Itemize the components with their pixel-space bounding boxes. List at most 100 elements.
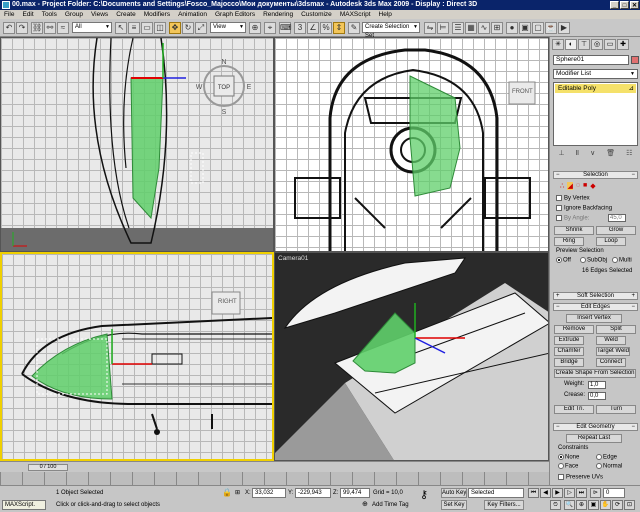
lock-selection-icon[interactable]: 🔒 [222, 488, 232, 498]
layer-manager-icon[interactable]: ☰ [452, 22, 464, 34]
time-slider[interactable]: 0 / 100 [28, 464, 68, 471]
track-bar[interactable] [0, 472, 549, 485]
x-coordinate-field[interactable]: 33,032 [252, 488, 286, 498]
selection-rollout-header[interactable]: − Selection − [553, 171, 638, 179]
constraint-face-radio[interactable]: Face [558, 463, 578, 470]
keyboard-shortcut-icon[interactable]: ⌨ [279, 22, 292, 34]
unlink-icon[interactable]: ⚯ [44, 22, 56, 34]
edit-edges-rollout-header[interactable]: − Edit Edges − [553, 303, 638, 311]
minimize-button[interactable]: _ [610, 1, 619, 9]
modifier-list-dropdown[interactable]: Modifier List ▼ [553, 69, 638, 79]
repeat-last-button[interactable]: Repeat Last [566, 434, 622, 443]
menu-views[interactable]: Views [91, 10, 108, 19]
close-button[interactable]: ✕ [630, 1, 639, 9]
select-manipulate-icon[interactable]: ⌖ [264, 22, 276, 34]
preview-off-radio[interactable]: Off [556, 257, 571, 264]
align-icon[interactable]: ⊨ [437, 22, 449, 34]
previous-frame-icon[interactable]: ◀ [540, 488, 551, 498]
edit-named-selection-icon[interactable]: ✎ [348, 22, 360, 34]
menu-edit[interactable]: Edit [22, 10, 33, 19]
bridge-button[interactable]: Bridge [554, 358, 584, 367]
utilities-tab-icon[interactable]: ✚ [617, 39, 629, 50]
create-shape-button[interactable]: Create Shape From Selection [554, 369, 636, 378]
window-crossing-icon[interactable]: ◫ [154, 22, 166, 34]
zoom-extents-icon[interactable]: ▣ [588, 500, 599, 510]
schematic-view-icon[interactable]: ⊞ [491, 22, 503, 34]
object-color-swatch[interactable] [631, 56, 639, 64]
select-object-icon[interactable]: ↖ [115, 22, 127, 34]
next-frame-icon[interactable]: ▷ [564, 488, 575, 498]
select-rotate-icon[interactable]: ↻ [182, 22, 194, 34]
configure-sets-icon[interactable]: ☷ [626, 149, 632, 161]
menu-maxscript[interactable]: MAXScript [340, 10, 371, 19]
render-setup-icon[interactable]: ▣ [519, 22, 531, 34]
loop-button[interactable]: Loop [596, 237, 626, 246]
extrude-button[interactable]: Extrude [554, 336, 584, 345]
select-by-name-icon[interactable]: ≡ [128, 22, 140, 34]
top-viewport[interactable]: TOP N S E W [0, 37, 274, 252]
shrink-button[interactable]: Shrink [554, 226, 594, 235]
graphite-tools-icon[interactable]: ▦ [465, 22, 477, 34]
spinner-snap-icon[interactable]: ⇕ [333, 22, 345, 34]
rendered-frame-icon[interactable]: ▢ [532, 22, 544, 34]
motion-tab-icon[interactable]: ◎ [591, 39, 603, 50]
by-angle-checkbox[interactable]: By Angle: [556, 215, 589, 222]
hierarchy-tab-icon[interactable]: ⊤ [578, 39, 590, 50]
curve-editor-icon[interactable]: ∿ [478, 22, 490, 34]
pan-icon[interactable]: ✋ [600, 500, 611, 510]
turn-button[interactable]: Turn [596, 405, 636, 414]
weld-button[interactable]: Weld [596, 336, 626, 345]
preview-multi-radio[interactable]: Multi [612, 257, 632, 264]
edit-geometry-rollout-header[interactable]: − Edit Geometry − [553, 423, 638, 431]
target-weld-button[interactable]: Target Weld [596, 347, 630, 356]
menu-animation[interactable]: Animation [178, 10, 207, 19]
remove-button[interactable]: Remove [554, 325, 594, 334]
polygon-level-icon[interactable]: ■ [583, 182, 587, 190]
set-key-button[interactable]: Set Key [441, 500, 467, 510]
menu-rendering[interactable]: Rendering [263, 10, 293, 19]
constraint-normal-radio[interactable]: Normal [596, 463, 622, 470]
rect-selection-icon[interactable]: ▭ [141, 22, 153, 34]
undo-icon[interactable]: ↶ [3, 22, 15, 34]
right-viewport[interactable]: RIGHT [0, 252, 274, 461]
redo-icon[interactable]: ↷ [16, 22, 28, 34]
pivot-center-icon[interactable]: ⊕ [249, 22, 261, 34]
render-iterative-icon[interactable]: ▶ [558, 22, 570, 34]
reference-coordinate-dropdown[interactable]: View ▼ [210, 22, 246, 33]
pin-stack-icon[interactable]: ⊥ [559, 149, 565, 161]
menu-tools[interactable]: Tools [42, 10, 57, 19]
menu-help[interactable]: Help [379, 10, 392, 19]
constraint-none-radio[interactable]: None [558, 454, 579, 461]
material-editor-icon[interactable]: ● [506, 22, 518, 34]
edit-tri-button[interactable]: Edit Tri. [554, 405, 594, 414]
element-level-icon[interactable]: ◆ [590, 182, 595, 190]
zoom-icon[interactable]: 🔍 [564, 500, 575, 510]
maximize-viewport-icon[interactable]: ⊡ [624, 500, 635, 510]
camera-viewport[interactable]: Camera01 [274, 252, 549, 461]
add-time-tag[interactable]: Add Time Tag [372, 500, 409, 510]
menu-group[interactable]: Group [65, 10, 83, 19]
grow-button[interactable]: Grow [596, 226, 636, 235]
front-viewport[interactable]: FRONT [274, 37, 549, 252]
zoom-all-icon[interactable]: ⊕ [576, 500, 587, 510]
connect-button[interactable]: Connect [596, 358, 626, 367]
select-move-icon[interactable]: ✥ [169, 22, 181, 34]
snap-toggle-icon[interactable]: 3 [294, 22, 306, 34]
select-link-icon[interactable]: ⛓ [31, 22, 43, 34]
crease-spinner[interactable]: 0,0 [588, 392, 606, 400]
vertex-level-icon[interactable]: ∴ [560, 182, 564, 190]
select-scale-icon[interactable]: ⤢ [195, 22, 207, 34]
split-button[interactable]: Split [596, 325, 636, 334]
insert-vertex-button[interactable]: Insert Vertex [566, 314, 622, 323]
auto-key-button[interactable]: Auto Key [441, 488, 467, 498]
selection-filter-dropdown[interactable]: All ▼ [72, 22, 112, 33]
soft-selection-rollout-header[interactable]: + Soft Selection + [553, 292, 638, 300]
menu-file[interactable]: File [4, 10, 14, 19]
render-production-icon[interactable]: ☕ [545, 22, 557, 34]
by-angle-spinner[interactable]: 45,0 [608, 214, 626, 222]
object-name-field[interactable]: Sphere01 [553, 55, 629, 65]
edge-level-icon[interactable]: ◢ [567, 182, 573, 190]
time-tag-icon[interactable]: ⊕ [362, 500, 368, 510]
current-frame-field[interactable]: 0 [603, 488, 625, 498]
stack-item-editable-poly[interactable]: Editable Poly ⊿ [555, 84, 636, 93]
